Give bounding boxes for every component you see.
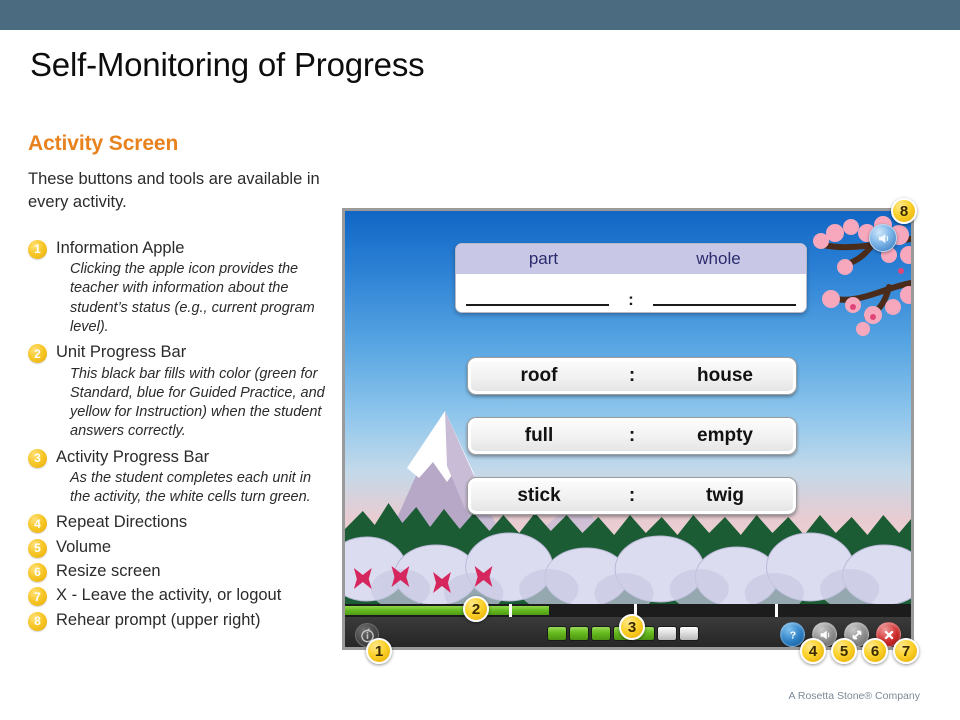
section-intro: These buttons and tools are available in…	[28, 170, 320, 212]
answer-choice-3-sep: :	[628, 485, 636, 506]
answer-choice-3-left: stick	[517, 485, 561, 506]
legend-item-2: 2 Unit Progress Bar This black bar fills…	[28, 341, 328, 441]
answer-choice-3-right: twig	[706, 485, 744, 506]
legend-badge-7: 7	[28, 587, 47, 607]
question-separator: :	[628, 290, 634, 309]
section-heading: Activity Screen	[28, 132, 179, 155]
legend-badge-3: 3	[28, 448, 47, 468]
close-x-icon	[884, 630, 893, 639]
callout-2: 2	[463, 596, 489, 622]
legend-desc-2: This black bar fills with color (green f…	[70, 365, 325, 440]
legend-badge-8: 8	[28, 611, 47, 631]
callout-6: 6	[862, 638, 888, 664]
legend-item-7: 7 X - Leave the activity, or logout	[28, 584, 328, 607]
question-card: part whole :	[455, 243, 807, 313]
unit-progress-tick	[509, 604, 513, 617]
answer-choice-2-sep: :	[628, 425, 636, 446]
svg-text:?: ?	[789, 629, 795, 641]
legend-desc-3: As the student completes each unit in th…	[70, 469, 312, 506]
activity-background-scene: part whole : roof : house full : empty s…	[345, 211, 911, 604]
callout-1: 1	[366, 638, 392, 664]
question-mark-icon: ?	[789, 629, 795, 641]
answer-choice-2-right: empty	[697, 425, 753, 446]
unit-progress-fill	[345, 606, 549, 615]
legend-item-6: 6 Resize screen	[28, 560, 328, 582]
answer-choice-2-left: full	[524, 425, 554, 446]
legend-title-2: Unit Progress Bar	[56, 343, 187, 362]
callout-8: 8	[891, 198, 917, 224]
activity-progress-cell	[591, 626, 611, 641]
activity-progress-cell	[569, 626, 589, 641]
footer-note: A Rosetta Stone® Company	[788, 690, 920, 702]
answer-blank-left[interactable]	[466, 304, 609, 306]
unit-progress-tick	[775, 604, 779, 617]
rehear-prompt-button[interactable]	[869, 224, 897, 252]
answer-choice-1[interactable]: roof : house	[467, 357, 797, 395]
legend-desc-1: Clicking the apple icon provides the tea…	[70, 261, 315, 335]
legend-badge-4: 4	[28, 514, 47, 534]
callout-5: 5	[831, 638, 857, 664]
legend-badge-2: 2	[28, 344, 47, 364]
activity-progress-cell	[679, 626, 699, 641]
speaker-icon	[878, 233, 888, 243]
legend-badge-5: 5	[28, 538, 47, 558]
callout-4: 4	[800, 638, 826, 664]
legend-item-4: 4 Repeat Directions	[28, 511, 328, 534]
legend-title-8: Rehear prompt (upper right)	[56, 610, 261, 629]
answer-choice-1-left: roof	[520, 365, 558, 386]
left-column: Activity Screen These buttons and tools …	[28, 132, 328, 633]
legend-title-7: X - Leave the activity, or logout	[56, 586, 282, 605]
activity-progress-cell	[657, 626, 677, 641]
legend-badge-1: 1	[28, 239, 47, 259]
question-header-row: part whole	[456, 244, 806, 274]
callout-3: 3	[619, 614, 645, 640]
legend-item-1: 1 Information Apple Clicking the apple i…	[28, 237, 328, 337]
question-header-right: whole	[696, 249, 741, 268]
resize-arrow-icon	[852, 630, 861, 639]
question-answer-row[interactable]: :	[456, 274, 806, 312]
answer-choice-2[interactable]: full : empty	[467, 417, 797, 455]
page-title: Self-Monitoring of Progress	[30, 46, 425, 83]
legend-title-5: Volume	[56, 537, 112, 556]
legend-item-5: 5 Volume	[28, 536, 328, 558]
legend-title-6: Resize screen	[56, 561, 161, 580]
legend-item-8: 8 Rehear prompt (upper right)	[28, 609, 328, 631]
legend-title-1: Information Apple	[56, 238, 185, 257]
slide-top-bar	[0, 0, 960, 30]
legend-item-3: 3 Activity Progress Bar As the student c…	[28, 446, 328, 508]
legend-title-3: Activity Progress Bar	[56, 447, 210, 466]
activity-screen: part whole : roof : house full : empty s…	[342, 208, 914, 650]
answer-blank-right[interactable]	[653, 304, 796, 306]
answer-choice-1-sep: :	[628, 365, 636, 386]
answer-choice-3[interactable]: stick : twig	[467, 477, 797, 515]
question-header-left: part	[528, 249, 559, 268]
legend-badge-6: 6	[28, 562, 47, 582]
legend-title-4: Repeat Directions	[56, 513, 188, 532]
answer-choice-1-right: house	[697, 365, 753, 386]
activity-progress-cell	[547, 626, 567, 641]
callout-7: 7	[893, 638, 919, 664]
